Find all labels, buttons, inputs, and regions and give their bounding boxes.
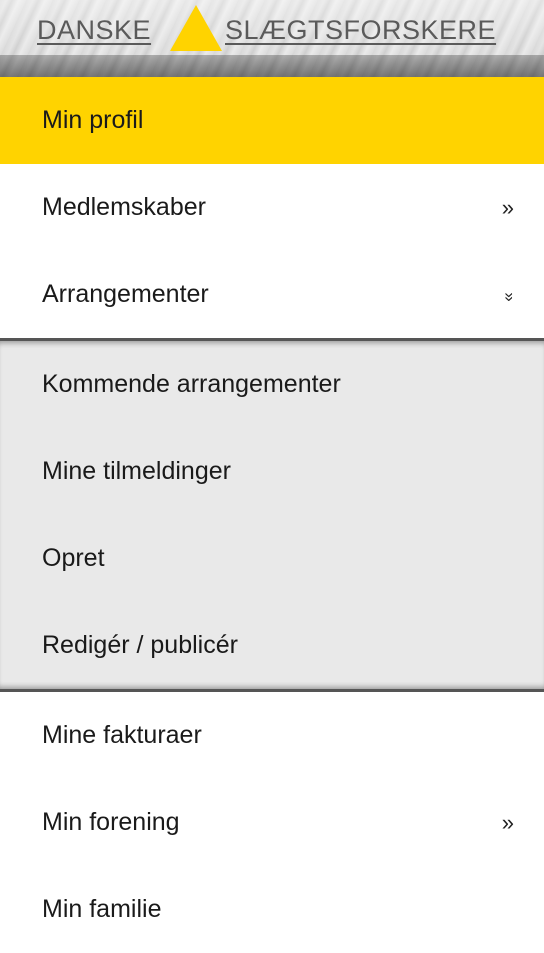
submenu-arrangementer: Kommende arrangementer Mine tilmeldinger… (0, 338, 544, 692)
menu-item-label: Min familie (42, 895, 162, 923)
submenu-item-rediger-publicer[interactable]: Redigér / publicér (0, 602, 544, 689)
submenu-item-label: Redigér / publicér (42, 631, 238, 659)
logo-triangle-icon (170, 5, 222, 51)
menu-item-label: Min profil (42, 106, 144, 134)
submenu-item-label: Mine tilmeldinger (42, 457, 231, 485)
logo-text-slaegtsforskere: SLÆGTSFORSKERE (225, 15, 497, 45)
site-header: DANSKE SLÆGTSFORSKERE (0, 0, 544, 77)
menu-item-label: Min forening (42, 808, 180, 836)
double-chevron-right-icon[interactable]: » (502, 195, 514, 221)
menu-item-medlemskaber[interactable]: Medlemskaber » (0, 164, 544, 251)
logo-text-danske: DANSKE (37, 15, 152, 45)
sidebar-menu: Min profil Medlemskaber » Arrangementer … (0, 77, 544, 953)
menu-item-arrangementer[interactable]: Arrangementer » (0, 251, 544, 338)
menu-item-min-forening[interactable]: Min forening » (0, 779, 544, 866)
submenu-item-label: Kommende arrangementer (42, 370, 341, 398)
menu-item-label: Mine fakturaer (42, 721, 202, 749)
double-chevron-right-icon[interactable]: » (502, 810, 514, 836)
submenu-item-mine-tilmeldinger[interactable]: Mine tilmeldinger (0, 428, 544, 515)
menu-item-min-familie[interactable]: Min familie (0, 866, 544, 953)
submenu-item-opret[interactable]: Opret (0, 515, 544, 602)
submenu-item-kommende-arrangementer[interactable]: Kommende arrangementer (0, 341, 544, 428)
menu-item-mine-fakturaer[interactable]: Mine fakturaer (0, 692, 544, 779)
menu-item-label: Arrangementer (42, 280, 209, 308)
submenu-item-label: Opret (42, 544, 105, 572)
double-chevron-down-icon[interactable]: » (499, 292, 519, 301)
menu-item-label: Medlemskaber (42, 193, 206, 221)
menu-item-min-profil[interactable]: Min profil (0, 77, 544, 164)
